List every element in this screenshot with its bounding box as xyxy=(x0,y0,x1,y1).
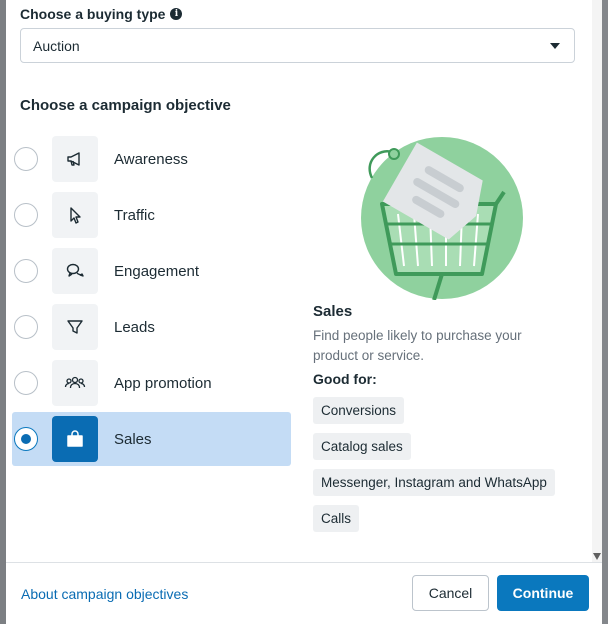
objective-section-title: Choose a campaign objective xyxy=(20,97,231,114)
objective-label: Engagement xyxy=(114,262,200,280)
dialog-scroll-area: Choose a buying type i Auction Choose a … xyxy=(6,0,594,562)
radio-sales[interactable] xyxy=(14,427,38,451)
scroll-down-arrow-icon[interactable] xyxy=(593,553,601,560)
scrollbar[interactable] xyxy=(592,0,602,562)
info-icon[interactable]: i xyxy=(170,8,183,20)
objective-label: Traffic xyxy=(114,206,155,224)
caret-down-icon xyxy=(550,43,560,49)
backdrop-right xyxy=(602,0,608,624)
objective-option-leads[interactable]: Leads xyxy=(12,300,291,354)
radio-traffic[interactable] xyxy=(14,203,38,227)
objective-option-sales[interactable]: Sales xyxy=(12,412,291,466)
objective-label: Leads xyxy=(114,318,155,336)
buying-type-select[interactable]: Auction xyxy=(20,28,575,63)
objective-list: Awareness Traffic Engagement Leads App p… xyxy=(12,132,291,468)
campaign-objective-dialog: Choose a buying type i Auction Choose a … xyxy=(6,0,602,624)
buying-type-label: Choose a buying type i xyxy=(20,6,183,22)
cursor-icon xyxy=(52,192,98,238)
megaphone-icon xyxy=(52,136,98,182)
good-for-chips: Conversions Catalog sales Messenger, Ins… xyxy=(313,397,583,541)
buying-type-label-text: Choose a buying type xyxy=(20,6,166,22)
buying-type-selected-value: Auction xyxy=(33,37,80,54)
about-objectives-link[interactable]: About campaign objectives xyxy=(21,586,188,602)
objective-label: Sales xyxy=(114,430,152,448)
shopping-bag-icon xyxy=(52,416,98,462)
objective-label: App promotion xyxy=(114,374,212,392)
good-for-chip: Calls xyxy=(313,505,360,532)
continue-button[interactable]: Continue xyxy=(497,575,589,611)
cancel-button[interactable]: Cancel xyxy=(412,575,489,611)
radio-app-promotion[interactable] xyxy=(14,371,38,395)
radio-leads[interactable] xyxy=(14,315,38,339)
objective-option-engagement[interactable]: Engagement xyxy=(12,244,291,298)
dialog-footer: About campaign objectives Cancel Continu… xyxy=(6,562,602,624)
detail-title: Sales xyxy=(313,303,353,320)
radio-engagement[interactable] xyxy=(14,259,38,283)
objective-option-app-promotion[interactable]: App promotion xyxy=(12,356,291,410)
objective-label: Awareness xyxy=(114,150,188,168)
chat-bubbles-icon xyxy=(52,248,98,294)
good-for-label: Good for: xyxy=(313,371,377,387)
funnel-icon xyxy=(52,304,98,350)
good-for-chip: Catalog sales xyxy=(313,433,411,460)
people-icon xyxy=(52,360,98,406)
good-for-chip: Messenger, Instagram and WhatsApp xyxy=(313,469,555,496)
objective-option-traffic[interactable]: Traffic xyxy=(12,188,291,242)
radio-awareness[interactable] xyxy=(14,147,38,171)
good-for-chip: Conversions xyxy=(313,397,405,424)
sales-illustration xyxy=(361,137,523,300)
detail-description: Find people likely to purchase your prod… xyxy=(313,328,522,363)
objective-option-awareness[interactable]: Awareness xyxy=(12,132,291,186)
